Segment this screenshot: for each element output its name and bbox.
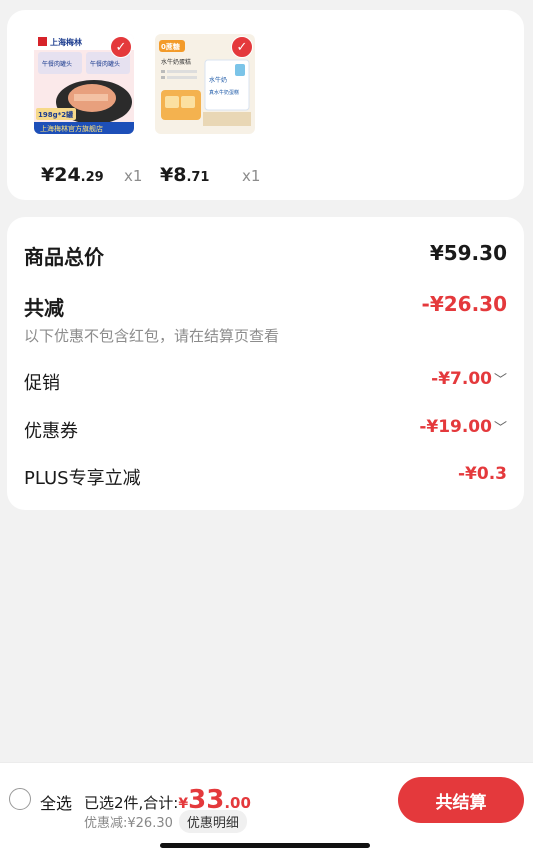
total-price-label: 商品总价 <box>24 245 104 269</box>
plus-discount-label: PLUS专享立减 <box>24 468 141 489</box>
svg-text:午餐肉罐头: 午餐肉罐头 <box>90 60 120 68</box>
total-reduction-value: -¥26.30 <box>421 292 507 316</box>
promotion-value[interactable]: -¥7.00 ﹀ <box>431 369 507 389</box>
discount-note-row: 以下优惠不包含红包，请在结算页查看 <box>24 325 507 347</box>
product-price: ¥8.71 <box>160 164 210 186</box>
discount-detail-button[interactable]: 优惠明细 <box>178 810 247 833</box>
coupon-row[interactable]: 优惠券 -¥19.00 ﹀ <box>24 417 507 443</box>
plus-discount-row: PLUS专享立减 -¥0.3 <box>24 464 507 490</box>
discount-note: 以下优惠不包含红包，请在结算页查看 <box>24 327 280 345</box>
promotion-row[interactable]: 促销 -¥7.00 ﹀ <box>24 369 507 395</box>
checkout-button[interactable]: 共结算 <box>398 777 524 823</box>
plus-discount-value: -¥0.3 <box>458 464 507 484</box>
svg-text:水牛奶: 水牛奶 <box>209 76 227 84</box>
chevron-down-icon: ﹀ <box>493 373 507 388</box>
select-all-label[interactable]: 全选 <box>40 790 72 814</box>
total-price-value: ¥59.30 <box>429 241 507 265</box>
home-indicator <box>160 843 370 848</box>
checkout-bar: 全选 已选2件,合计:¥33.00 优惠减:¥26.30 优惠明细 共结算 <box>0 762 533 849</box>
svg-text:上海梅林官方旗舰店: 上海梅林官方旗舰店 <box>40 124 103 133</box>
product-quantity: x1 <box>242 167 261 185</box>
total-reduction-label: 共减 <box>24 296 64 320</box>
discount-amount-text: 优惠减:¥26.30 <box>84 816 173 831</box>
product-image[interactable]: 0蔗糖 水牛奶蛋糕 水牛奶 真水牛奶蛋糕 ✓ <box>155 34 255 134</box>
svg-text:198g*2罐: 198g*2罐 <box>38 110 73 119</box>
product-image[interactable]: 上海梅林 午餐肉罐头 午餐肉罐头 198g*2罐 上海梅林官方旗舰店 ✓ <box>34 34 134 134</box>
chevron-down-icon: ﹀ <box>493 421 507 436</box>
selected-check-icon[interactable]: ✓ <box>110 36 132 58</box>
coupon-label: 优惠券 <box>24 421 78 442</box>
svg-text:0蔗糖: 0蔗糖 <box>161 42 180 51</box>
svg-text:水牛奶蛋糕: 水牛奶蛋糕 <box>161 58 191 66</box>
total-price-row: 商品总价 ¥59.30 <box>24 241 507 269</box>
total-reduction-row: 共减 -¥26.30 <box>24 292 507 320</box>
svg-text:上海梅林: 上海梅林 <box>50 37 82 47</box>
promotion-label: 促销 <box>24 373 60 394</box>
price-summary-card: 商品总价 ¥59.30 共减 -¥26.30 以下优惠不包含红包，请在结算页查看… <box>7 217 524 510</box>
product-price: ¥24.29 <box>41 164 104 186</box>
discount-summary: 优惠减:¥26.30 优惠明细 <box>84 810 247 833</box>
coupon-value[interactable]: -¥19.00 ﹀ <box>419 417 507 437</box>
select-all-radio[interactable] <box>9 788 31 810</box>
selected-check-icon[interactable]: ✓ <box>231 36 253 58</box>
selected-products-card: 上海梅林 午餐肉罐头 午餐肉罐头 198g*2罐 上海梅林官方旗舰店 ✓ ¥24… <box>7 10 524 200</box>
svg-text:真水牛奶蛋糕: 真水牛奶蛋糕 <box>209 89 239 96</box>
svg-text:午餐肉罐头: 午餐肉罐头 <box>42 60 72 68</box>
product-quantity: x1 <box>124 167 143 185</box>
